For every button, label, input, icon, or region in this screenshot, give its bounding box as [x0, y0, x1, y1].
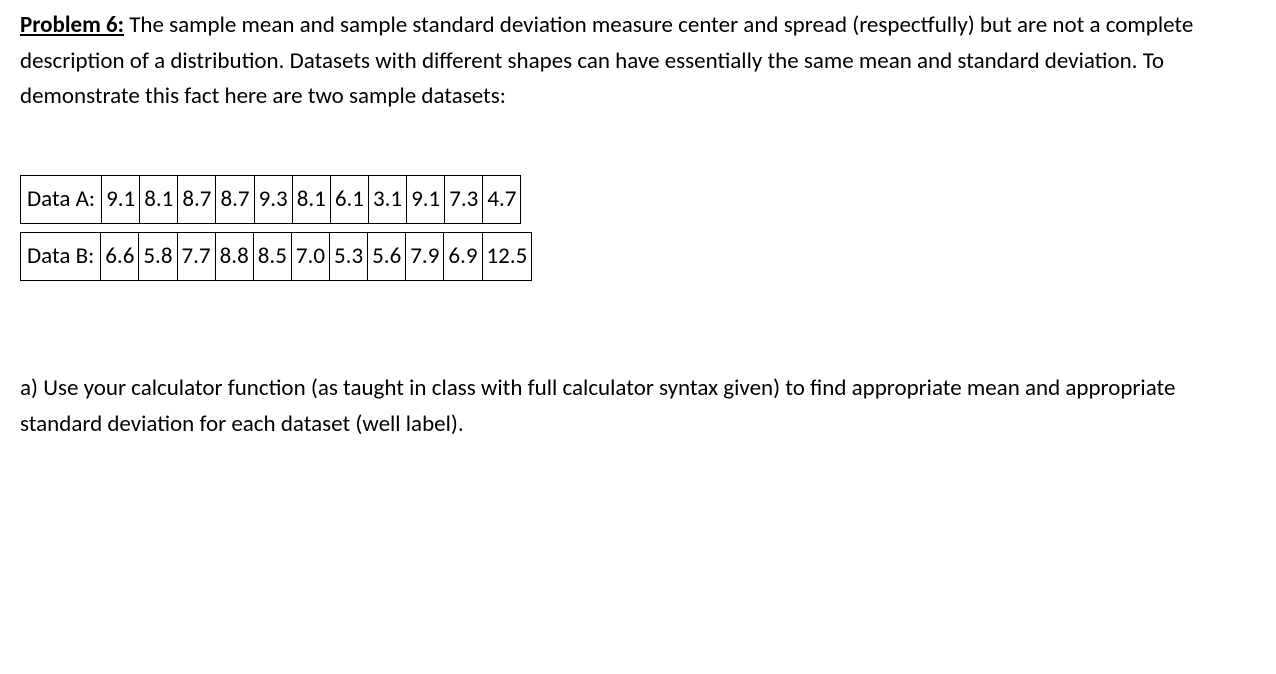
data-b-cell: 8.8	[215, 232, 253, 280]
data-a-cell: 9.1	[407, 175, 445, 223]
data-b-cell: 6.6	[101, 232, 139, 280]
data-b-cell: 7.7	[177, 232, 215, 280]
data-a-cell: 6.1	[330, 175, 368, 223]
table-row: Data B: 6.6 5.8 7.7 8.8 8.5 7.0 5.3 5.6 …	[21, 232, 532, 280]
data-a-cell: 4.7	[483, 175, 521, 223]
data-b-label: Data B:	[21, 232, 101, 280]
data-b-cell: 7.0	[291, 232, 329, 280]
data-b-cell: 5.3	[330, 232, 368, 280]
data-b-cell: 8.5	[253, 232, 291, 280]
problem-intro: Problem 6: The sample mean and sample st…	[20, 8, 1256, 115]
problem-intro-text: The sample mean and sample standard devi…	[20, 11, 1193, 110]
data-table-a: Data A: 9.1 8.1 8.7 8.7 9.3 8.1 6.1 3.1 …	[20, 175, 521, 224]
data-a-cell: 7.3	[445, 175, 483, 223]
data-tables-container: Data A: 9.1 8.1 8.7 8.7 9.3 8.1 6.1 3.1 …	[20, 175, 1256, 281]
data-b-cell: 5.6	[368, 232, 406, 280]
data-b-cell: 6.9	[444, 232, 482, 280]
problem-label: Problem 6:	[20, 11, 124, 39]
data-b-cell: 5.8	[139, 232, 177, 280]
data-table-b: Data B: 6.6 5.8 7.7 8.8 8.5 7.0 5.3 5.6 …	[20, 232, 532, 281]
data-a-label: Data A:	[21, 175, 102, 223]
data-a-cell: 3.1	[368, 175, 406, 223]
data-a-cell: 8.7	[178, 175, 216, 223]
data-a-cell: 9.1	[102, 175, 140, 223]
data-a-cell: 8.7	[216, 175, 254, 223]
data-b-cell: 12.5	[482, 232, 532, 280]
data-a-cell: 9.3	[254, 175, 292, 223]
table-row: Data A: 9.1 8.1 8.7 8.7 9.3 8.1 6.1 3.1 …	[21, 175, 521, 223]
question-a: a) Use your calculator function (as taug…	[20, 371, 1256, 442]
data-a-cell: 8.1	[292, 175, 330, 223]
data-b-cell: 7.9	[406, 232, 444, 280]
data-a-cell: 8.1	[140, 175, 178, 223]
